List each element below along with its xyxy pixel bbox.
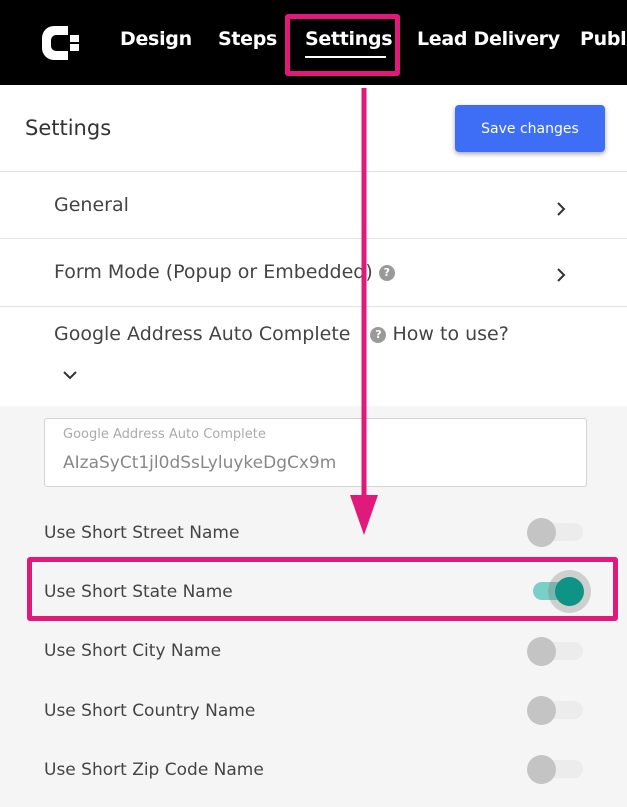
toggle-short-city[interactable] — [525, 636, 583, 666]
field-fade — [345, 449, 385, 477]
nav-lead-delivery[interactable]: Lead Delivery — [417, 28, 560, 50]
nav-publish[interactable]: Publi — [580, 28, 627, 50]
logo-icon[interactable] — [40, 24, 82, 62]
page-header: Settings Save changes — [0, 85, 627, 172]
section-general-label: General — [54, 194, 129, 216]
api-key-field[interactable]: Google Address Auto Complete — [44, 418, 587, 487]
save-changes-button[interactable]: Save changes — [455, 105, 605, 152]
option-short-zip-label: Use Short Zip Code Name — [44, 760, 264, 780]
chevron-down-icon — [63, 371, 77, 380]
help-icon[interactable]: ? — [370, 326, 387, 343]
toggle-short-street[interactable] — [525, 517, 583, 547]
api-key-field-label: Google Address Auto Complete — [63, 427, 266, 442]
toggle-short-country[interactable] — [525, 695, 583, 725]
state-row-highlight-box — [27, 557, 618, 621]
section-general[interactable]: General — [0, 172, 627, 239]
option-short-city-label: Use Short City Name — [44, 641, 222, 661]
section-google-address-label: Google Address Auto Complete? How to use… — [54, 323, 509, 345]
api-key-input[interactable] — [63, 451, 369, 475]
section-form-mode-label: Form Mode (Popup or Embedded)? — [54, 261, 395, 283]
settings-highlight-box — [285, 14, 400, 76]
nav-design[interactable]: Design — [120, 28, 192, 50]
page-title: Settings — [25, 116, 112, 140]
option-short-country-label: Use Short Country Name — [44, 701, 256, 721]
option-short-street-label: Use Short Street Name — [44, 523, 240, 543]
section-form-mode[interactable]: Form Mode (Popup or Embedded)? — [0, 239, 627, 307]
chevron-right-icon — [557, 268, 566, 282]
top-nav: Design Steps Settings Lead Delivery Publ… — [0, 0, 627, 85]
how-to-use-link[interactable]: How to use? — [393, 323, 509, 345]
toggle-short-zip[interactable] — [525, 754, 583, 784]
nav-steps[interactable]: Steps — [218, 28, 277, 50]
help-icon[interactable]: ? — [378, 264, 395, 281]
section-google-address[interactable]: Google Address Auto Complete? How to use… — [0, 307, 627, 406]
chevron-right-icon — [557, 202, 566, 216]
